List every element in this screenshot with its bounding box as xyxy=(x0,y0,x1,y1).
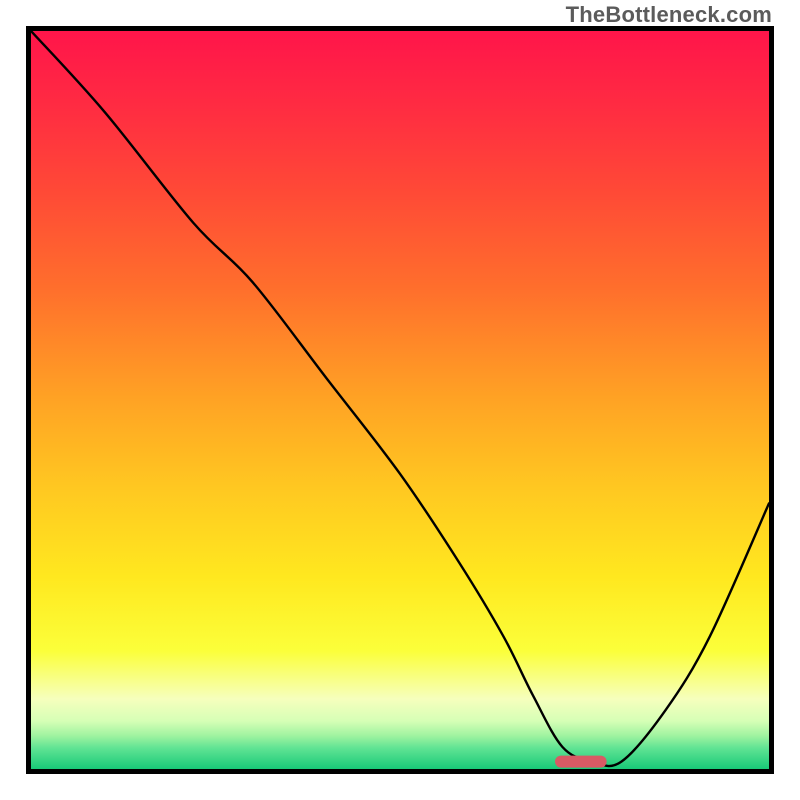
optimal-marker xyxy=(555,756,607,768)
watermark-text: TheBottleneck.com xyxy=(566,2,772,28)
chart-svg xyxy=(31,31,769,769)
gradient-background xyxy=(31,31,769,769)
chart-frame xyxy=(26,26,774,774)
plot-area xyxy=(31,31,769,769)
